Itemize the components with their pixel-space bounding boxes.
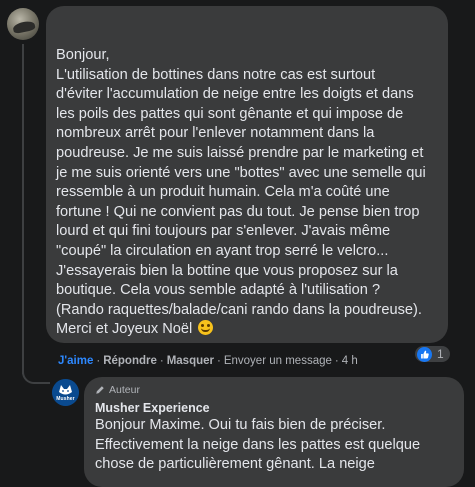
hide-link[interactable]: Masquer <box>167 355 214 367</box>
commenter-avatar[interactable] <box>7 8 39 40</box>
avatar-logo-text: Musher <box>56 396 75 402</box>
reaction-count: 1 <box>437 347 444 361</box>
smiley-emoji-icon <box>198 320 214 336</box>
thread-connector <box>22 352 50 384</box>
pencil-icon <box>96 386 104 394</box>
comment-actions: J'aime · Répondre · Masquer · Envoyer un messa… <box>58 355 358 367</box>
comment-bubble: Bonjour, L'utilisation de bottines dans … <box>46 6 448 343</box>
author-badge: Auteur <box>95 382 452 398</box>
page-avatar[interactable]: Musher <box>52 379 79 406</box>
reply-author-name[interactable]: Musher Experience <box>95 401 452 415</box>
thumbs-up-icon <box>417 346 432 362</box>
separator-dot: · <box>217 355 221 367</box>
send-message-link[interactable]: Envoyer un message <box>224 355 332 367</box>
reaction-summary[interactable]: 1 <box>413 344 452 364</box>
separator-dot: · <box>159 355 164 367</box>
separator-dot: · <box>96 355 101 367</box>
thread-line <box>22 44 24 374</box>
comment-body: Bonjour, L'utilisation de bottines dans … <box>56 47 426 338</box>
separator-dot: · <box>334 355 339 367</box>
like-link[interactable]: J'aime <box>58 355 93 367</box>
reply-text: Bonjour Maxime. Oui tu fais bien de préc… <box>95 417 421 473</box>
reply-bubble: Auteur Musher Experience Bonjour Maxime.… <box>84 377 464 487</box>
reply-link[interactable]: Répondre <box>103 355 157 367</box>
author-badge-label: Auteur <box>109 384 140 396</box>
timestamp[interactable]: 4 h <box>342 355 358 367</box>
comment-text: Bonjour, L'utilisation de bottines dans … <box>56 46 452 340</box>
